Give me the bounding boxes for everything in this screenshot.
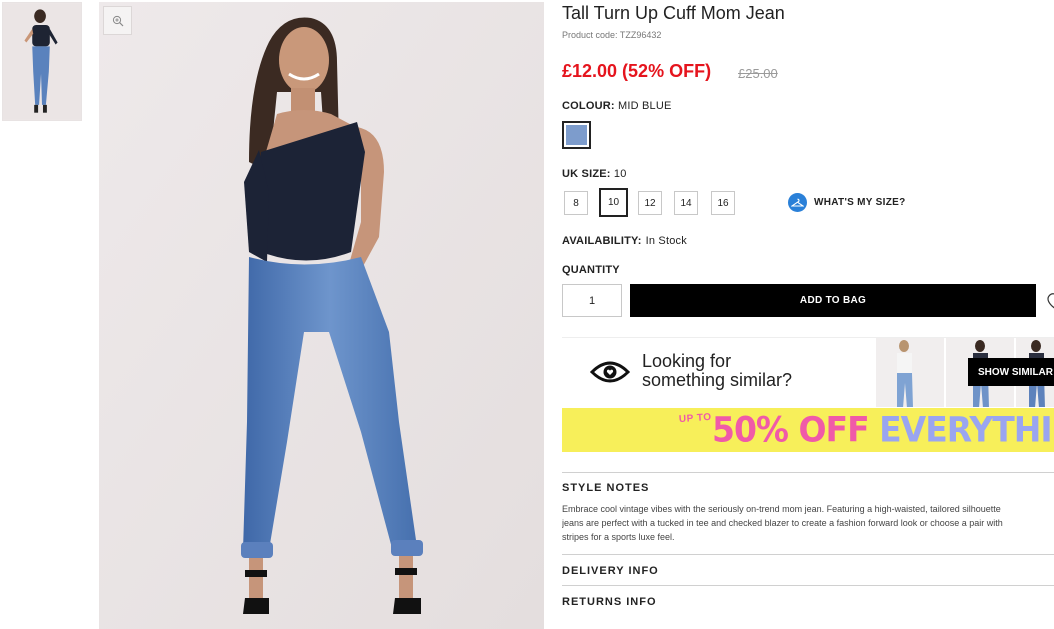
size-option-16[interactable]: 16 (711, 191, 735, 215)
size-option-12[interactable]: 12 (638, 191, 662, 215)
colour-value: MID BLUE (618, 100, 672, 112)
size-label-key: UK SIZE: (562, 168, 611, 180)
availability-value: In Stock (645, 235, 687, 247)
delivery-info-heading[interactable]: DELIVERY INFO (562, 565, 659, 577)
availability-label: AVAILABILITY: (562, 235, 642, 247)
model-photo (99, 2, 544, 629)
size-label: UK SIZE: 10 (562, 168, 627, 180)
similar-photo-1 (876, 338, 944, 407)
whats-my-size-link[interactable]: WHAT'S MY SIZE? (788, 193, 906, 212)
banner-headline: 50% OFF EVERYTHING! (712, 409, 1054, 450)
swatch-color (566, 125, 587, 145)
divider (562, 585, 1054, 586)
similar-line-2: something similar? (642, 370, 793, 390)
promo-banner[interactable]: UP TO 50% OFF EVERYTHING! (562, 408, 1054, 452)
size-option-14[interactable]: 14 (674, 191, 698, 215)
original-price: £25.00 (738, 66, 778, 81)
show-similar-button[interactable]: SHOW SIMILAR (968, 358, 1054, 386)
similar-items-panel: Looking for something similar? SHOW SIMI… (562, 337, 1054, 407)
product-title: Tall Turn Up Cuff Mom Jean (562, 3, 785, 23)
similar-line-1: Looking for (642, 351, 732, 371)
whats-my-size-label: WHAT'S MY SIZE? (814, 197, 906, 208)
availability: AVAILABILITY: In Stock (562, 235, 687, 247)
zoom-button[interactable] (103, 6, 132, 35)
quantity-input[interactable] (562, 284, 622, 317)
similar-thumbnail-1[interactable] (876, 338, 944, 407)
banner-percent: 50% OFF (712, 409, 870, 450)
product-info-panel: Tall Turn Up Cuff Mom Jean Product code:… (562, 0, 1054, 629)
product-code: Product code: TZZ96432 (562, 30, 662, 40)
style-notes-heading[interactable]: STYLE NOTES (562, 482, 649, 494)
quantity-label: QUANTITY (562, 264, 620, 276)
similar-prompt: Looking for something similar? (642, 352, 792, 390)
main-product-image[interactable] (99, 2, 544, 629)
colour-swatch-mid-blue[interactable] (562, 121, 591, 149)
divider (562, 472, 1054, 473)
colour-label: COLOUR: MID BLUE (562, 100, 672, 112)
style-notes-line-3: stripes for a sports luxe feel. (562, 532, 675, 542)
divider (562, 554, 1054, 555)
quantity-label-text: QUANTITY (562, 264, 620, 276)
banner-everything: EVERYTHING! (879, 409, 1054, 450)
style-notes-line-2: jeans are perfect with a tucked in tee a… (562, 518, 1003, 528)
thumbnail-photo (3, 3, 81, 120)
eye-heart-icon (590, 361, 630, 383)
heart-icon[interactable] (1044, 289, 1054, 311)
style-notes-line-1: Embrace cool vintage vibes with the seri… (562, 504, 1001, 514)
returns-info-heading[interactable]: RETURNS INFO (562, 596, 657, 608)
style-notes-body: Embrace cool vintage vibes with the seri… (562, 502, 1054, 544)
size-option-10[interactable]: 10 (599, 188, 628, 217)
colour-label-key: COLOUR: (562, 100, 615, 112)
add-to-bag-button[interactable]: ADD TO BAG (630, 284, 1036, 317)
zoom-in-icon (112, 15, 123, 26)
banner-upto: UP TO (678, 411, 713, 426)
size-option-8[interactable]: 8 (564, 191, 588, 215)
hanger-icon (788, 193, 807, 212)
size-value: 10 (613, 168, 627, 180)
current-price: £12.00 (52% OFF) (562, 61, 712, 81)
product-thumbnail[interactable] (2, 2, 82, 121)
